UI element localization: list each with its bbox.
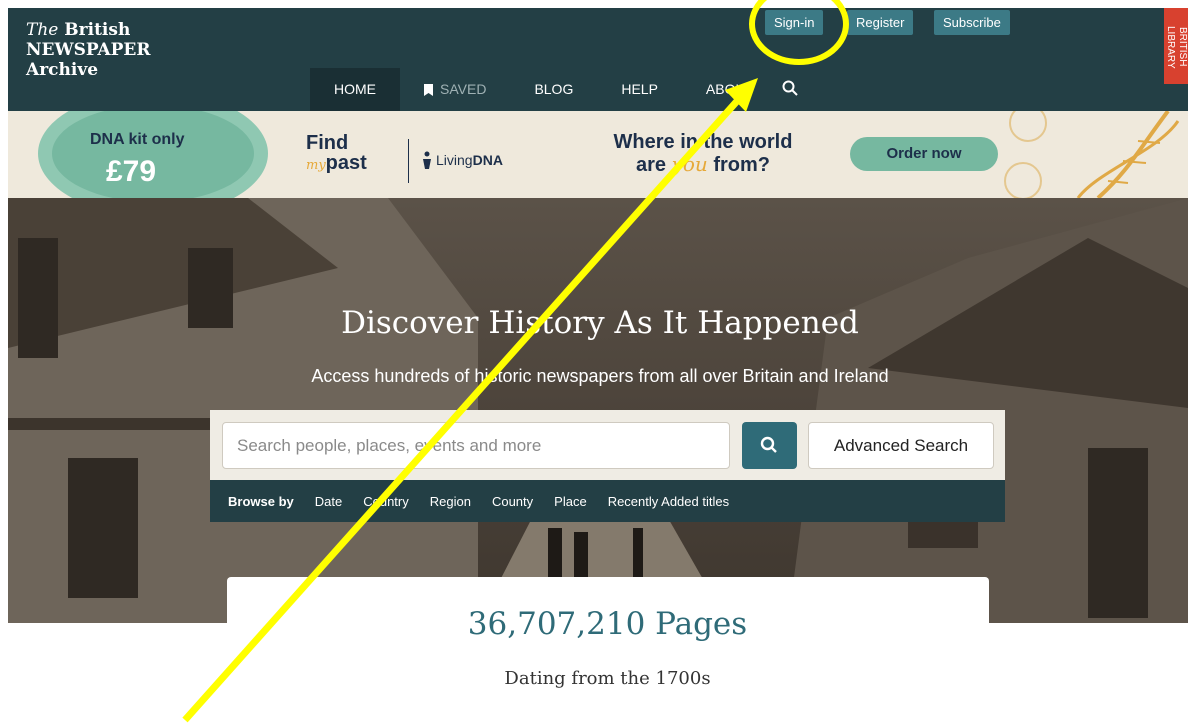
hero-subtitle: Access hundreds of historic newspapers f…: [311, 366, 889, 386]
nav-about[interactable]: ABOUT: [682, 68, 778, 111]
nav-search-button[interactable]: [778, 68, 818, 111]
register-button[interactable]: Register: [847, 10, 914, 35]
advanced-search-button[interactable]: Advanced Search: [808, 422, 994, 469]
dating-text: Dating from the 1700s: [504, 668, 711, 689]
main-nav: HOME SAVED BLOG HELP ABOUT: [310, 68, 818, 111]
browse-country[interactable]: Country: [363, 494, 409, 509]
browse-place[interactable]: Place: [554, 494, 587, 509]
order-now-button[interactable]: Order now: [850, 137, 998, 171]
british-library-badge[interactable]: BRITISH LIBRARY: [1164, 8, 1188, 84]
promo-banner[interactable]: DNA kit only £79 Find mypast LivingDNA W…: [8, 111, 1188, 198]
where-headline: Where in the world are you from?: [613, 131, 793, 176]
nav-saved[interactable]: SAVED: [400, 68, 510, 111]
dna-price: £79: [106, 155, 157, 188]
pages-count: 36,707,210 Pages: [467, 606, 748, 642]
nav-saved-label: SAVED: [440, 81, 487, 97]
person-icon: [423, 151, 431, 169]
browse-date[interactable]: Date: [315, 494, 342, 509]
dna-helix-icon: [1004, 111, 1180, 198]
nav-help-label: HELP: [621, 81, 658, 97]
browse-label: Browse by: [228, 493, 294, 509]
browse-region[interactable]: Region: [430, 494, 471, 509]
bookmark-icon: [424, 83, 433, 96]
browse-county[interactable]: County: [492, 494, 533, 509]
signin-button[interactable]: Sign-in: [765, 10, 824, 35]
search-icon: [782, 80, 798, 96]
findmypast-logo: Find mypast: [306, 132, 367, 174]
search-input[interactable]: [222, 422, 730, 469]
search-button[interactable]: [742, 422, 797, 469]
search-icon: [760, 436, 777, 453]
nav-about-label: ABOUT: [705, 81, 755, 97]
nav-home[interactable]: HOME: [310, 68, 400, 111]
hero-title: Discover History As It Happened: [341, 305, 859, 341]
logo-divider: [408, 139, 409, 183]
site-logo[interactable]: The British NEWSPAPER Archive: [26, 20, 150, 80]
nav-blog-label: BLOG: [534, 81, 574, 97]
dna-kit-label: DNA kit only: [90, 131, 185, 148]
living-dna-logo: LivingDNA: [420, 151, 503, 169]
nav-help[interactable]: HELP: [597, 68, 682, 111]
browse-bar: Browse by Date Country Region County Pla…: [210, 480, 1005, 522]
nav-home-label: HOME: [334, 81, 376, 97]
subscribe-button[interactable]: Subscribe: [934, 10, 1010, 35]
browse-recently-added[interactable]: Recently Added titles: [608, 494, 729, 509]
stats-card: [227, 577, 989, 724]
nav-blog[interactable]: BLOG: [510, 68, 597, 111]
